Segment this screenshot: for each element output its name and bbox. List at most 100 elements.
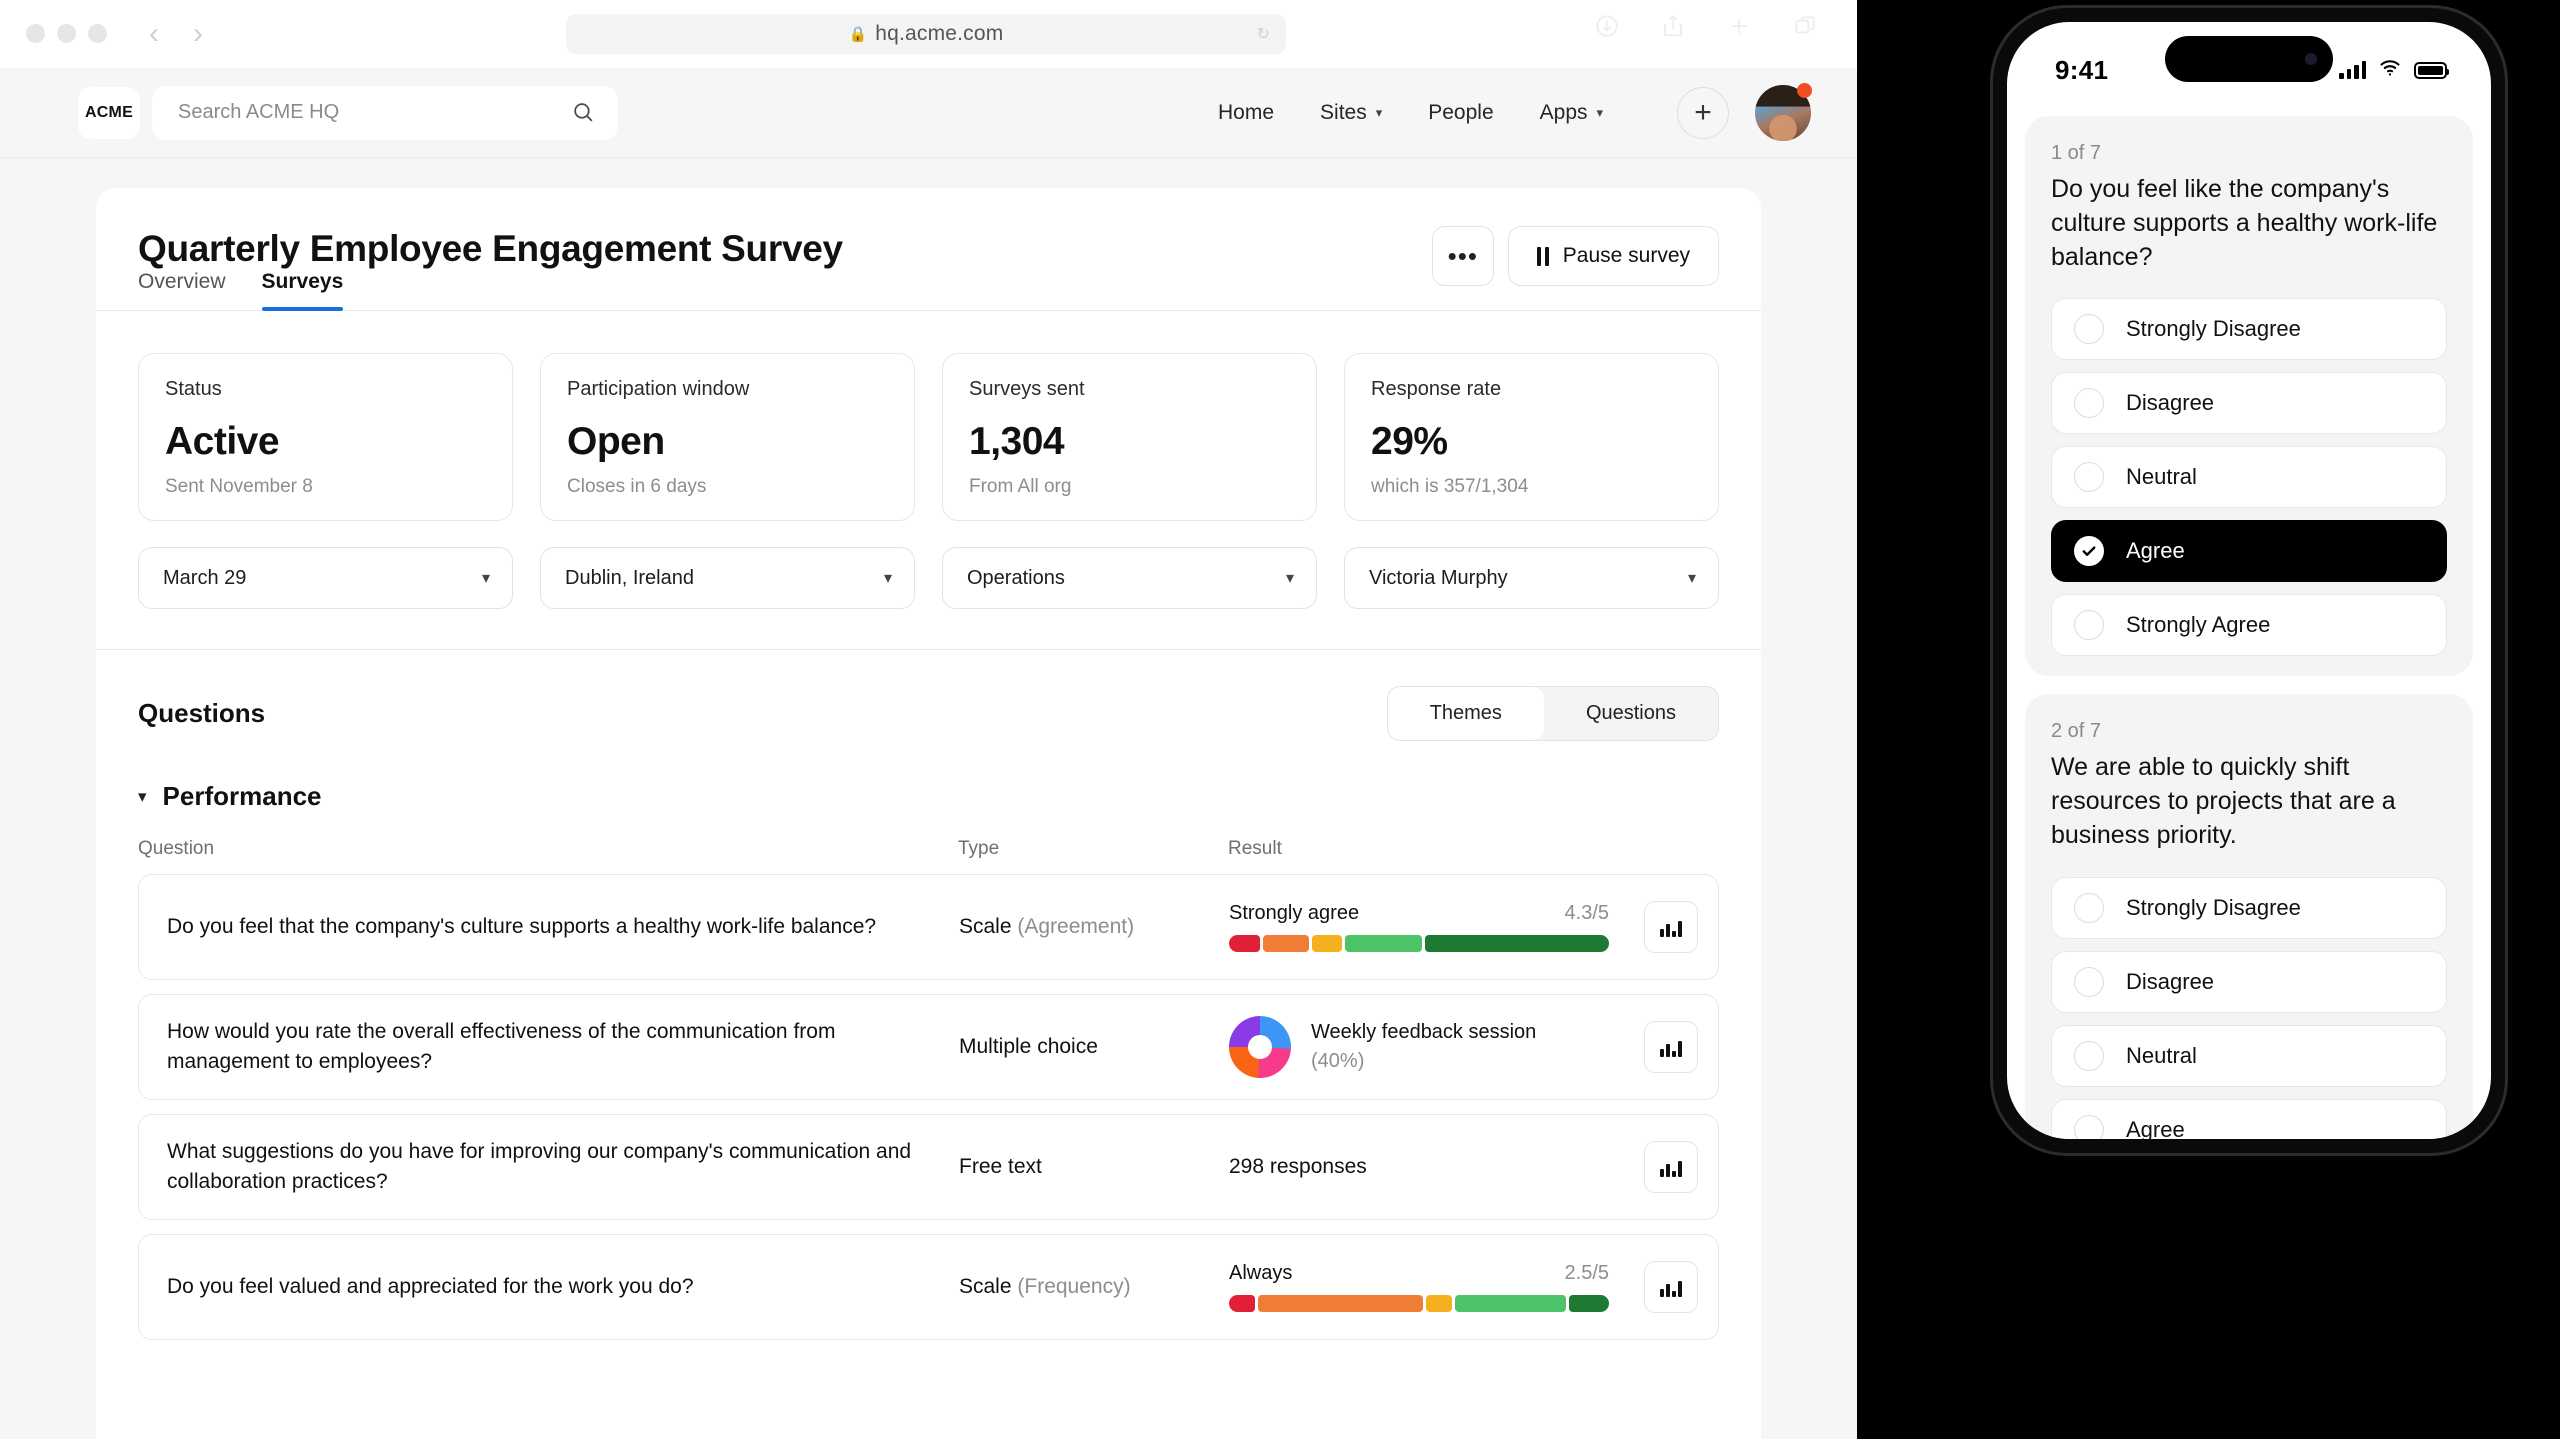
app-header: ACME Home Sites▾ People Apps▾ +	[0, 68, 1857, 158]
check-icon[interactable]	[2074, 536, 2104, 566]
nav-label: People	[1428, 101, 1493, 125]
chevron-down-icon: ▾	[482, 568, 490, 588]
dynamic-island	[2165, 36, 2333, 82]
radio-icon[interactable]	[2074, 462, 2104, 492]
scale-segment	[1258, 1295, 1424, 1312]
table-row[interactable]: How would you rate the overall effective…	[138, 994, 1719, 1100]
stat-value: Active	[165, 420, 279, 464]
option-neutral[interactable]: Neutral	[2051, 1025, 2447, 1087]
browser-nav-arrows[interactable]: ‹ ›	[149, 19, 203, 49]
share-icon[interactable]	[1659, 12, 1687, 40]
tabs-icon[interactable]	[1791, 12, 1819, 40]
maximize-window-button[interactable]	[88, 24, 107, 43]
radio-icon[interactable]	[2074, 1041, 2104, 1071]
minimize-window-button[interactable]	[57, 24, 76, 43]
search-icon[interactable]	[571, 100, 596, 125]
bar-chart-icon[interactable]	[1644, 1021, 1698, 1073]
section-performance[interactable]: ▾ Performance	[96, 741, 1761, 812]
result-label: 298 responses	[1229, 1155, 1367, 1179]
stat-label: Status	[165, 378, 486, 401]
forward-arrow-icon[interactable]: ›	[193, 19, 203, 49]
radio-icon[interactable]	[2074, 388, 2104, 418]
stat-card-response-rate: Response rate 29% which is 357/1,304	[1344, 353, 1719, 521]
questions-table-header: Question Type Result	[96, 812, 1761, 874]
bar-chart-icon[interactable]	[1644, 1141, 1698, 1193]
filter-date[interactable]: March 29 ▾	[138, 547, 513, 609]
back-arrow-icon[interactable]: ‹	[149, 19, 159, 49]
question-counter: 1 of 7	[2051, 142, 2447, 165]
battery-icon	[2414, 62, 2447, 79]
view-toggle[interactable]: Themes Questions	[1387, 686, 1719, 741]
nav-item-people[interactable]: People	[1428, 101, 1493, 125]
option-disagree[interactable]: Disagree	[2051, 372, 2447, 434]
nav-label: Apps	[1540, 101, 1588, 125]
scale-result-top: Always 2.5/5	[1229, 1262, 1609, 1285]
toggle-questions[interactable]: Questions	[1544, 687, 1718, 740]
chevron-down-icon[interactable]: ▾	[138, 787, 147, 807]
scale-result: Always 2.5/5	[1229, 1262, 1609, 1312]
option-agree[interactable]: Agree	[2051, 1099, 2447, 1140]
question-result: 298 responses	[1229, 1141, 1698, 1193]
table-row[interactable]: Do you feel valued and appreciated for t…	[138, 1234, 1719, 1340]
stat-card-participation-window: Participation window Open Closes in 6 da…	[540, 353, 915, 521]
toggle-themes[interactable]: Themes	[1388, 687, 1544, 740]
question-type-detail: (Frequency)	[1017, 1275, 1130, 1298]
option-strongly-disagree[interactable]: Strongly Disagree	[2051, 877, 2447, 939]
address-bar[interactable]: 🔒 hq.acme.com ↻	[566, 14, 1286, 54]
search-input[interactable]	[152, 101, 618, 124]
table-row[interactable]: Do you feel that the company's culture s…	[138, 874, 1719, 980]
stat-value: 29%	[1371, 420, 1448, 464]
radio-icon[interactable]	[2074, 314, 2104, 344]
avatar[interactable]	[1755, 85, 1811, 141]
nav-item-sites[interactable]: Sites▾	[1320, 101, 1382, 125]
scale-segment	[1312, 935, 1343, 952]
stat-card-surveys-sent: Surveys sent 1,304 From All org	[942, 353, 1317, 521]
search-box[interactable]	[152, 86, 618, 140]
result-label: Always	[1229, 1262, 1292, 1285]
window-controls[interactable]	[26, 24, 107, 43]
radio-icon[interactable]	[2074, 610, 2104, 640]
table-row[interactable]: What suggestions do you have for improvi…	[138, 1114, 1719, 1220]
more-options-button[interactable]: •••	[1432, 226, 1494, 286]
option-strongly-agree[interactable]: Strongly Agree	[2051, 594, 2447, 656]
option-strongly-disagree[interactable]: Strongly Disagree	[2051, 298, 2447, 360]
question-type: Multiple choice	[959, 1035, 1229, 1059]
option-disagree[interactable]: Disagree	[2051, 951, 2447, 1013]
option-neutral[interactable]: Neutral	[2051, 446, 2447, 508]
filter-department[interactable]: Operations ▾	[942, 547, 1317, 609]
filter-location[interactable]: Dublin, Ireland ▾	[540, 547, 915, 609]
radio-icon[interactable]	[2074, 967, 2104, 997]
reload-icon[interactable]: ↻	[1257, 24, 1270, 44]
pause-survey-button[interactable]: Pause survey	[1508, 226, 1719, 286]
primary-nav[interactable]: Home Sites▾ People Apps▾	[1218, 68, 1603, 158]
option-label: Agree	[2126, 538, 2185, 564]
phone-content[interactable]: 1 of 7 Do you feel like the company's cu…	[2007, 100, 2491, 1139]
scale-segment	[1425, 935, 1609, 952]
stat-sub: From All org	[969, 476, 1071, 498]
question-type: Free text	[959, 1155, 1229, 1179]
scale-result-top: Strongly agree 4.3/5	[1229, 902, 1609, 925]
radio-icon[interactable]	[2074, 893, 2104, 923]
bar-chart-icon[interactable]	[1644, 1261, 1698, 1313]
acme-logo[interactable]: ACME	[78, 87, 140, 139]
option-agree[interactable]: Agree	[2051, 520, 2447, 582]
filter-manager[interactable]: Victoria Murphy ▾	[1344, 547, 1719, 609]
question-counter: 2 of 7	[2051, 720, 2447, 743]
tab-surveys[interactable]: Surveys	[262, 270, 344, 310]
close-window-button[interactable]	[26, 24, 45, 43]
new-tab-icon[interactable]	[1725, 12, 1753, 40]
downloads-icon[interactable]	[1593, 12, 1621, 40]
stat-cards: Status Active Sent November 8 Participat…	[96, 311, 1761, 521]
page-scroll-area[interactable]: Quarterly Employee Engagement Survey •••…	[0, 158, 1857, 1439]
create-button[interactable]: +	[1677, 87, 1729, 139]
question-text: What suggestions do you have for improvi…	[167, 1137, 959, 1198]
question-result: Always 2.5/5	[1229, 1261, 1698, 1313]
result-score: 2.5/5	[1565, 1262, 1609, 1285]
bar-chart-icon[interactable]	[1644, 901, 1698, 953]
status-time: 9:41	[2055, 55, 2108, 86]
radio-icon[interactable]	[2074, 1115, 2104, 1140]
nav-item-home[interactable]: Home	[1218, 101, 1274, 125]
tab-overview[interactable]: Overview	[138, 270, 226, 310]
nav-item-apps[interactable]: Apps▾	[1540, 101, 1603, 125]
questions-header: Questions Themes Questions	[96, 650, 1761, 741]
